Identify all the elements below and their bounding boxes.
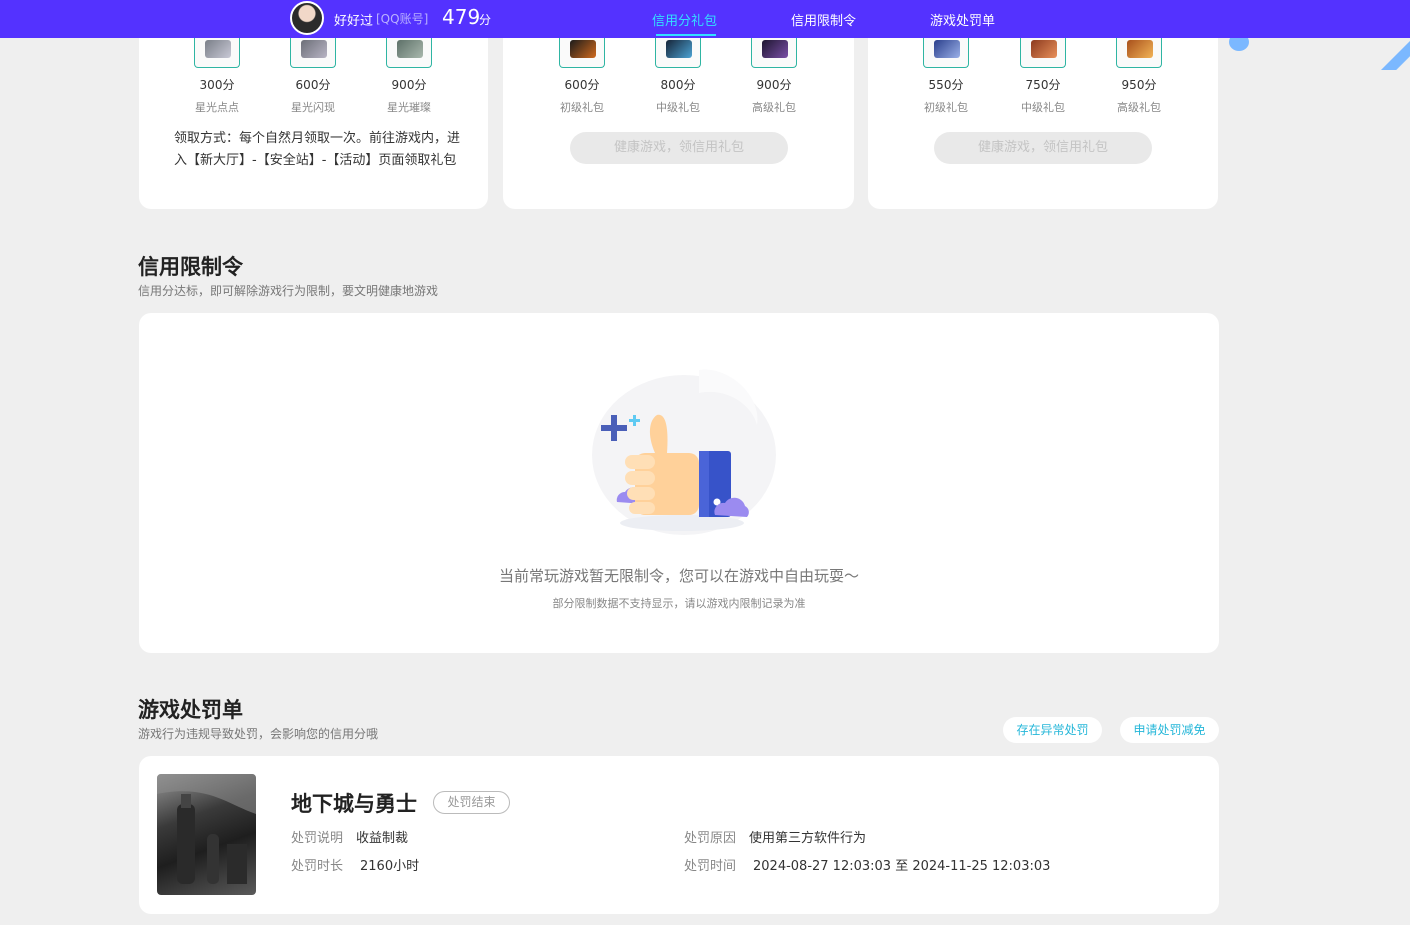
restriction-section-title: 信用限制令 [138,255,243,279]
username: 好好过 [334,14,374,29]
gift-name: 高级礼包 [752,101,796,114]
penalty-record-card: 地下城与勇士 处罚结束 处罚说明 收益制裁 处罚时长 2160小时 处罚原因 使… [139,756,1219,914]
empty-state-note: 部分限制数据不支持显示，请以游戏内限制记录为准 [552,597,806,610]
thumbs-up-illustration [592,369,776,535]
claim-gift-button[interactable]: 健康游戏，领信用礼包 [570,132,788,164]
gift-icon [751,38,797,68]
gift-item[interactable]: 600分 星光闪现 [283,38,343,115]
gift-item[interactable]: 550分 初级礼包 [916,38,976,115]
status-badge: 处罚结束 [433,791,510,814]
tab-credit-restriction[interactable]: 信用限制令 [791,10,856,29]
gift-card-game-a: 600分 初级礼包 800分 中级礼包 900分 高级礼包 健康游戏，领信用礼包 [503,20,854,209]
penalty-section-title: 游戏处罚单 [138,698,243,722]
penalty-reason-label: 处罚原因 [684,831,737,846]
gift-item[interactable]: 950分 高级礼包 [1109,38,1169,115]
gift-points: 900分 [391,78,427,92]
gift-icon [923,38,969,68]
gift-name: 初级礼包 [924,101,968,114]
gift-card-game-b: 550分 初级礼包 750分 中级礼包 950分 高级礼包 健康游戏，领信用礼包 [868,20,1218,209]
gift-card-starlight: 300分 星光点点 600分 星光闪现 900分 星光璀璨 领取方式：每个自然月… [139,20,488,209]
restriction-section-subtitle: 信用分达标，即可解除游戏行为限制，要文明健康地游戏 [138,284,439,298]
gift-item[interactable]: 900分 星光璀璨 [379,38,439,115]
active-tab-indicator [656,34,716,36]
tab-penalty[interactable]: 游戏处罚单 [930,10,995,29]
gift-points: 550分 [928,78,964,92]
tab-credit-gift[interactable]: 信用分礼包 [652,10,717,29]
avatar[interactable] [290,1,324,35]
gift-icon [559,38,605,68]
gift-item[interactable]: 800分 中级礼包 [648,38,708,115]
gift-item[interactable]: 600分 初级礼包 [552,38,612,115]
gift-name: 初级礼包 [560,101,604,114]
gift-icon [655,38,701,68]
gift-icon [290,38,336,68]
gift-name: 星光璀璨 [387,101,431,114]
penalty-time-label: 处罚时间 [684,859,737,874]
gift-item[interactable]: 750分 中级礼包 [1013,38,1073,115]
gift-icon [194,38,240,68]
gift-name: 中级礼包 [656,101,700,114]
penalty-reason-value: 使用第三方软件行为 [749,831,867,846]
account-type: [QQ账号] [376,12,429,26]
penalty-desc-value: 收益制裁 [356,831,409,846]
abnormal-penalty-button[interactable]: 存在异常处罚 [1003,717,1102,743]
gift-points: 900分 [756,78,792,92]
penalty-duration-value: 2160小时 [360,859,420,874]
restriction-panel: 当前常玩游戏暂无限制令，您可以在游戏中自由玩耍～ 部分限制数据不支持显示，请以游… [139,313,1219,653]
empty-state-text: 当前常玩游戏暂无限制令，您可以在游戏中自由玩耍～ [498,567,859,585]
gift-points: 800分 [660,78,696,92]
claim-gift-button[interactable]: 健康游戏，领信用礼包 [934,132,1152,164]
top-nav-bar: 好好过 [QQ账号] 479 分 信用分礼包 信用限制令 游戏处罚单 [0,0,1410,38]
game-name: 地下城与勇士 [291,792,417,816]
gift-icon [386,38,432,68]
gift-icon [1020,38,1066,68]
gift-name: 高级礼包 [1117,101,1161,114]
gift-item[interactable]: 300分 星光点点 [187,38,247,115]
penalty-section-subtitle: 游戏行为违规导致处罚，会影响您的信用分哦 [138,727,379,741]
apply-reduction-button[interactable]: 申请处罚减免 [1120,717,1219,743]
penalty-duration-label: 处罚时长 [291,859,344,874]
gift-points: 600分 [564,78,600,92]
penalty-time-value: 2024-08-27 12:03:03 至 2024-11-25 12:03:0… [753,859,1051,874]
gift-name: 星光点点 [195,101,239,114]
gift-points: 950分 [1121,78,1157,92]
gift-points: 300分 [199,78,235,92]
gift-points: 600分 [295,78,331,92]
gift-icon [1116,38,1162,68]
credit-score-unit: 分 [479,13,492,27]
game-cover-image [157,774,256,895]
gift-points: 750分 [1025,78,1061,92]
penalty-desc-label: 处罚说明 [291,831,344,846]
credit-score: 479 [442,5,481,29]
gift-name: 星光闪现 [291,101,335,114]
gift-item[interactable]: 900分 高级礼包 [744,38,804,115]
gift-name: 中级礼包 [1021,101,1065,114]
claim-instructions: 领取方式：每个自然月领取一次。前往游戏内，进入【新大厅】-【安全站】-【活动】页… [174,131,461,168]
